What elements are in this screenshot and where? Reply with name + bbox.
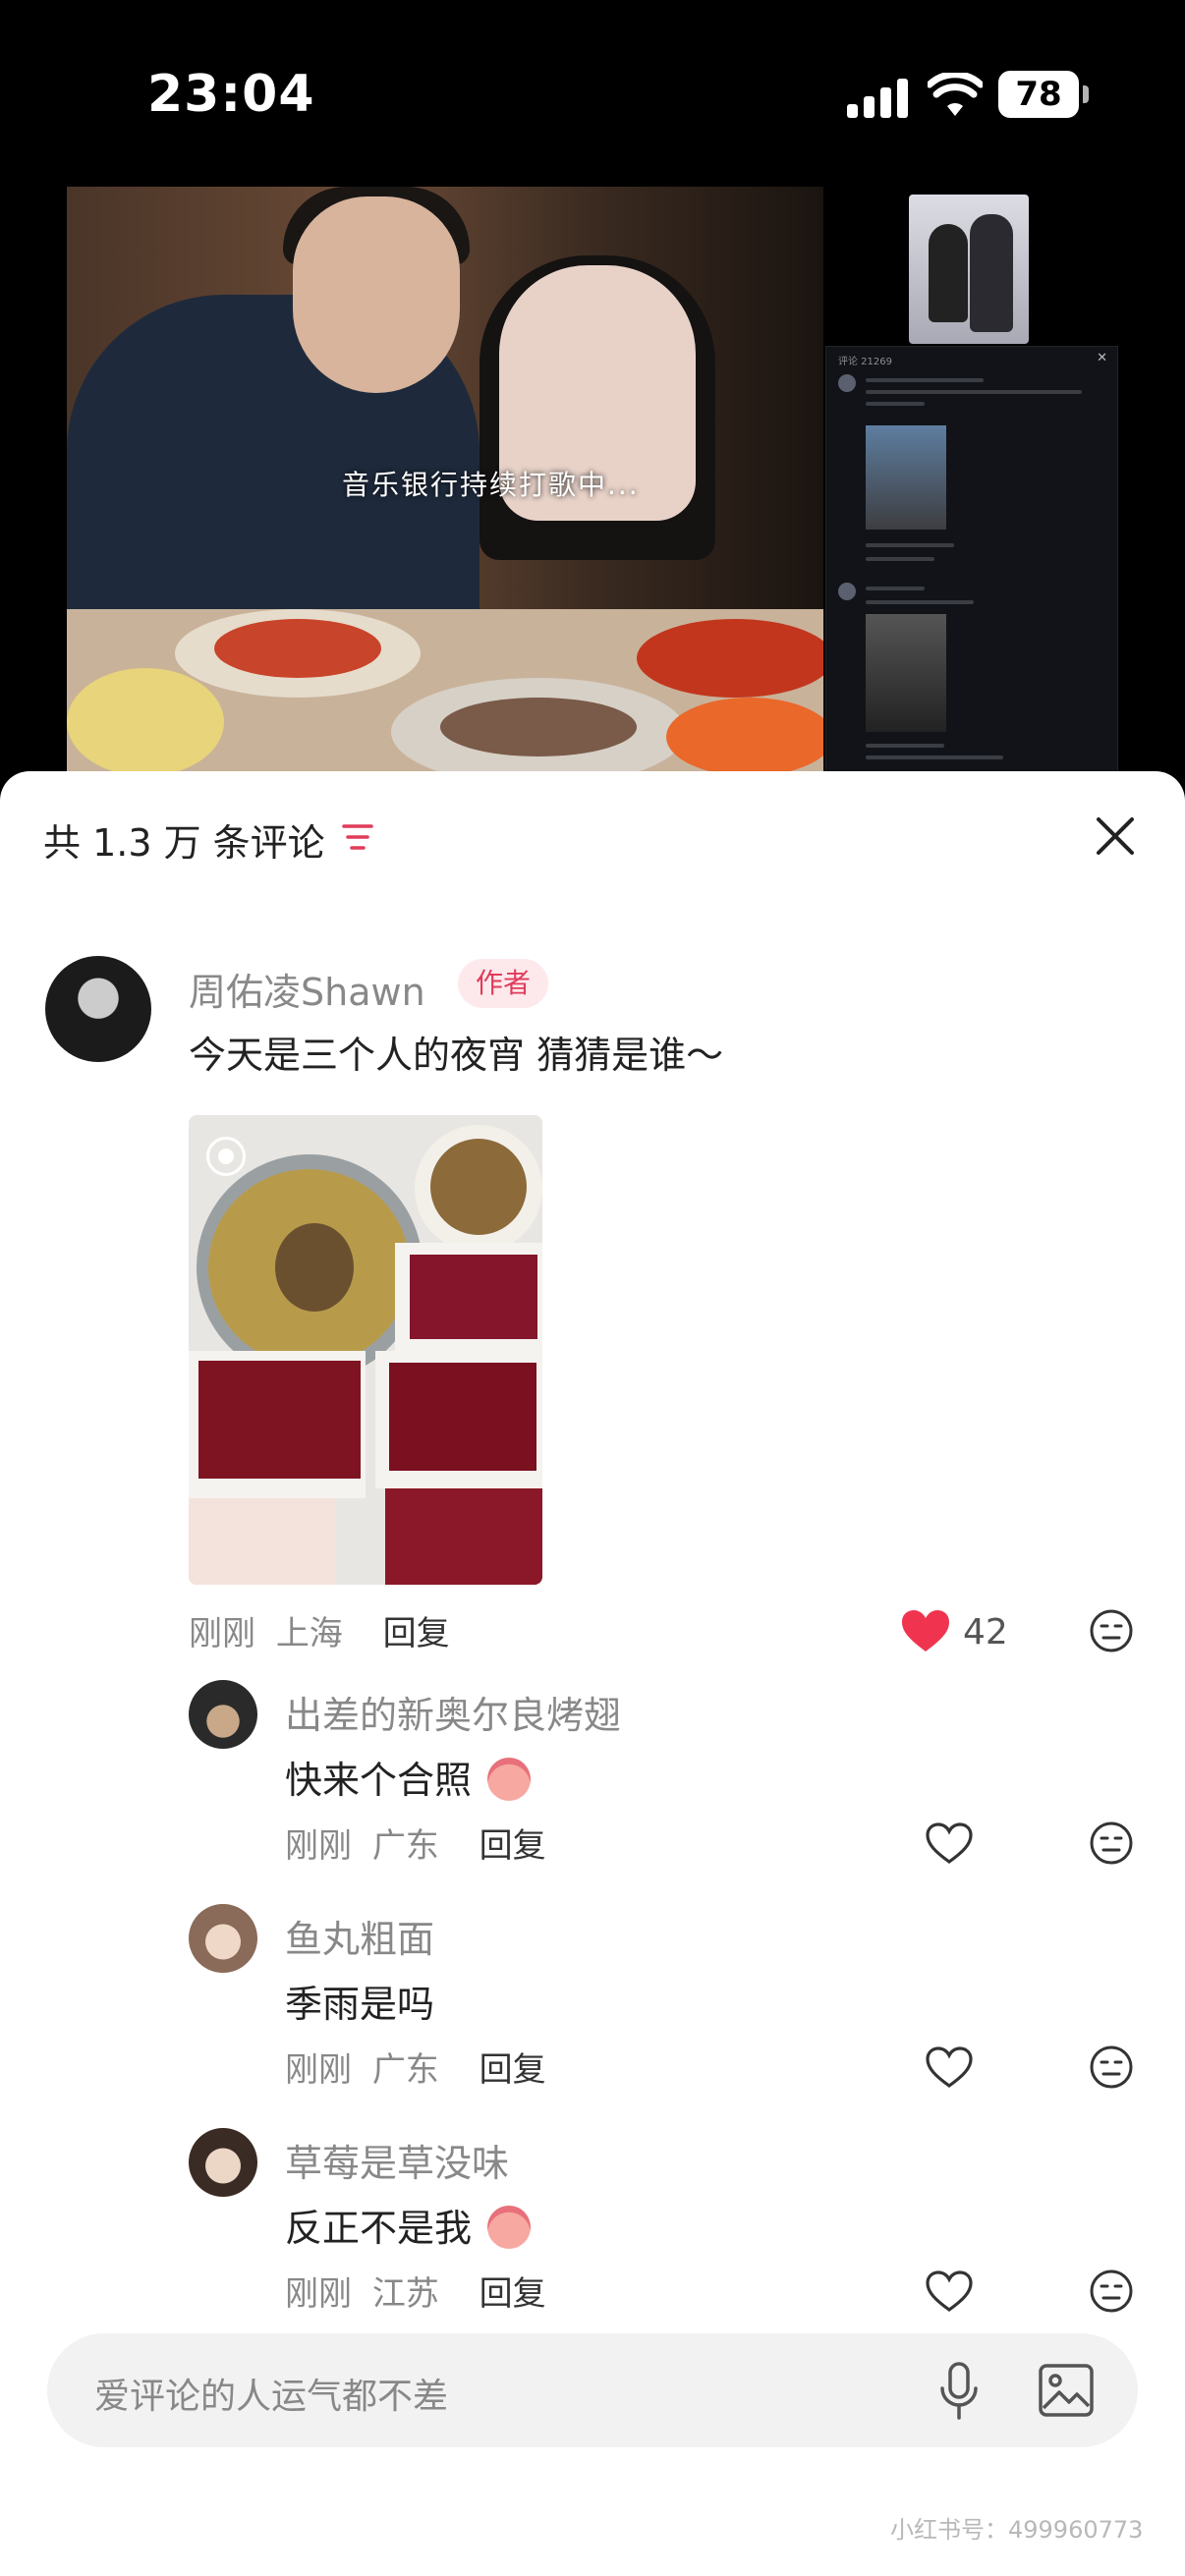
video-player[interactable]: 音乐银行持续打歌中... bbox=[67, 187, 823, 771]
reply-meta: 刚刚 广东 回复 bbox=[285, 1819, 546, 1867]
reply-text: 季雨是吗 bbox=[285, 1983, 435, 2026]
reply-text-content: 反正不是我 bbox=[285, 2207, 473, 2250]
reply-time: 刚刚 bbox=[285, 1826, 352, 1866]
comment-meta: 刚刚 上海 回复 bbox=[189, 1606, 450, 1654]
comment-location: 上海 bbox=[275, 1614, 343, 1653]
reply-button[interactable]: 回复 bbox=[383, 1614, 450, 1653]
heart-outline-icon[interactable] bbox=[924, 2044, 975, 2090]
reply-time: 刚刚 bbox=[285, 2050, 352, 2090]
video-figure bbox=[293, 196, 460, 393]
heart-outline-icon[interactable] bbox=[924, 1820, 975, 1866]
cellular-signal-icon bbox=[847, 77, 910, 118]
inset-close-icon: ✕ bbox=[1097, 351, 1107, 365]
reply-button[interactable]: 回复 bbox=[480, 2274, 546, 2314]
reply-text: 快来个合照 bbox=[285, 1750, 532, 1804]
comment-input-placeholder: 爱评论的人运气都不差 bbox=[94, 2377, 449, 2417]
status-bar: 23:04 78 bbox=[0, 0, 1185, 187]
avatar[interactable] bbox=[189, 1904, 257, 1973]
comment-photo[interactable] bbox=[189, 1115, 542, 1585]
inset-comment-screenshot: 评论 21269 ✕ bbox=[825, 346, 1118, 772]
like-count: 42 bbox=[963, 1612, 1008, 1652]
comment-text: 今天是三个人的夜宵 猜猜是谁～ bbox=[189, 1034, 724, 1077]
battery-icon: 78 bbox=[998, 71, 1089, 118]
reply-author[interactable]: 鱼丸粗面 bbox=[285, 1909, 434, 1963]
microphone-icon[interactable] bbox=[937, 2361, 981, 2422]
reply-location: 广东 bbox=[371, 1826, 439, 1866]
image-picker-icon[interactable] bbox=[1038, 2363, 1095, 2418]
reply-time: 刚刚 bbox=[285, 2274, 352, 2314]
inset-header: 评论 21269 bbox=[838, 357, 892, 367]
reply-location: 江苏 bbox=[371, 2274, 439, 2314]
watermark: 小红书号：499960773 bbox=[890, 2516, 1144, 2544]
reply-meta: 刚刚 广东 回复 bbox=[285, 2043, 546, 2091]
reply-meta: 刚刚 江苏 回复 bbox=[285, 2267, 546, 2315]
avatar[interactable] bbox=[189, 1680, 257, 1749]
reply-text: 反正不是我 bbox=[285, 2198, 532, 2252]
dislike-face-icon[interactable] bbox=[1089, 2268, 1134, 2314]
dislike-face-icon[interactable] bbox=[1089, 2044, 1134, 2090]
reply-author[interactable]: 出差的新奥尔良烤翅 bbox=[285, 1685, 621, 1739]
heart-liked-icon[interactable] bbox=[900, 1608, 951, 1653]
peach-face-emoji-icon bbox=[487, 1758, 532, 1801]
inset-photo bbox=[909, 195, 1029, 344]
comment-author[interactable]: 周佑凌Shawn bbox=[189, 962, 425, 1016]
dislike-face-icon[interactable] bbox=[1089, 1820, 1134, 1866]
peach-face-emoji-icon bbox=[487, 2206, 532, 2249]
live-photo-icon bbox=[206, 1137, 246, 1176]
video-caption: 音乐银行持续打歌中... bbox=[342, 469, 640, 501]
dislike-face-icon[interactable] bbox=[1089, 1608, 1134, 1653]
avatar[interactable] bbox=[189, 2128, 257, 2197]
heart-outline-icon[interactable] bbox=[924, 2268, 975, 2314]
reply-author[interactable]: 草莓是草没味 bbox=[285, 2133, 509, 2187]
status-time: 23:04 bbox=[147, 65, 315, 124]
comment-time: 刚刚 bbox=[189, 1614, 255, 1653]
comments-sheet: 共 1.3 万 条评论 周佑凌Shawn 作者 今天是三个人的夜宵 猜猜是谁～ … bbox=[0, 771, 1185, 2576]
comment-input[interactable]: 爱评论的人运气都不差 bbox=[47, 2333, 1138, 2447]
reply-text-content: 快来个合照 bbox=[285, 1759, 473, 1802]
reply-button[interactable]: 回复 bbox=[480, 1826, 546, 1866]
wifi-icon bbox=[928, 73, 983, 116]
reply-button[interactable]: 回复 bbox=[480, 2050, 546, 2090]
reply-location: 广东 bbox=[371, 2050, 439, 2090]
avatar[interactable] bbox=[45, 956, 151, 1062]
sort-filter-icon[interactable] bbox=[342, 822, 373, 852]
close-icon[interactable] bbox=[1095, 815, 1136, 857]
comments-count-title: 共 1.3 万 条评论 bbox=[43, 821, 325, 865]
author-badge: 作者 bbox=[458, 959, 548, 1008]
